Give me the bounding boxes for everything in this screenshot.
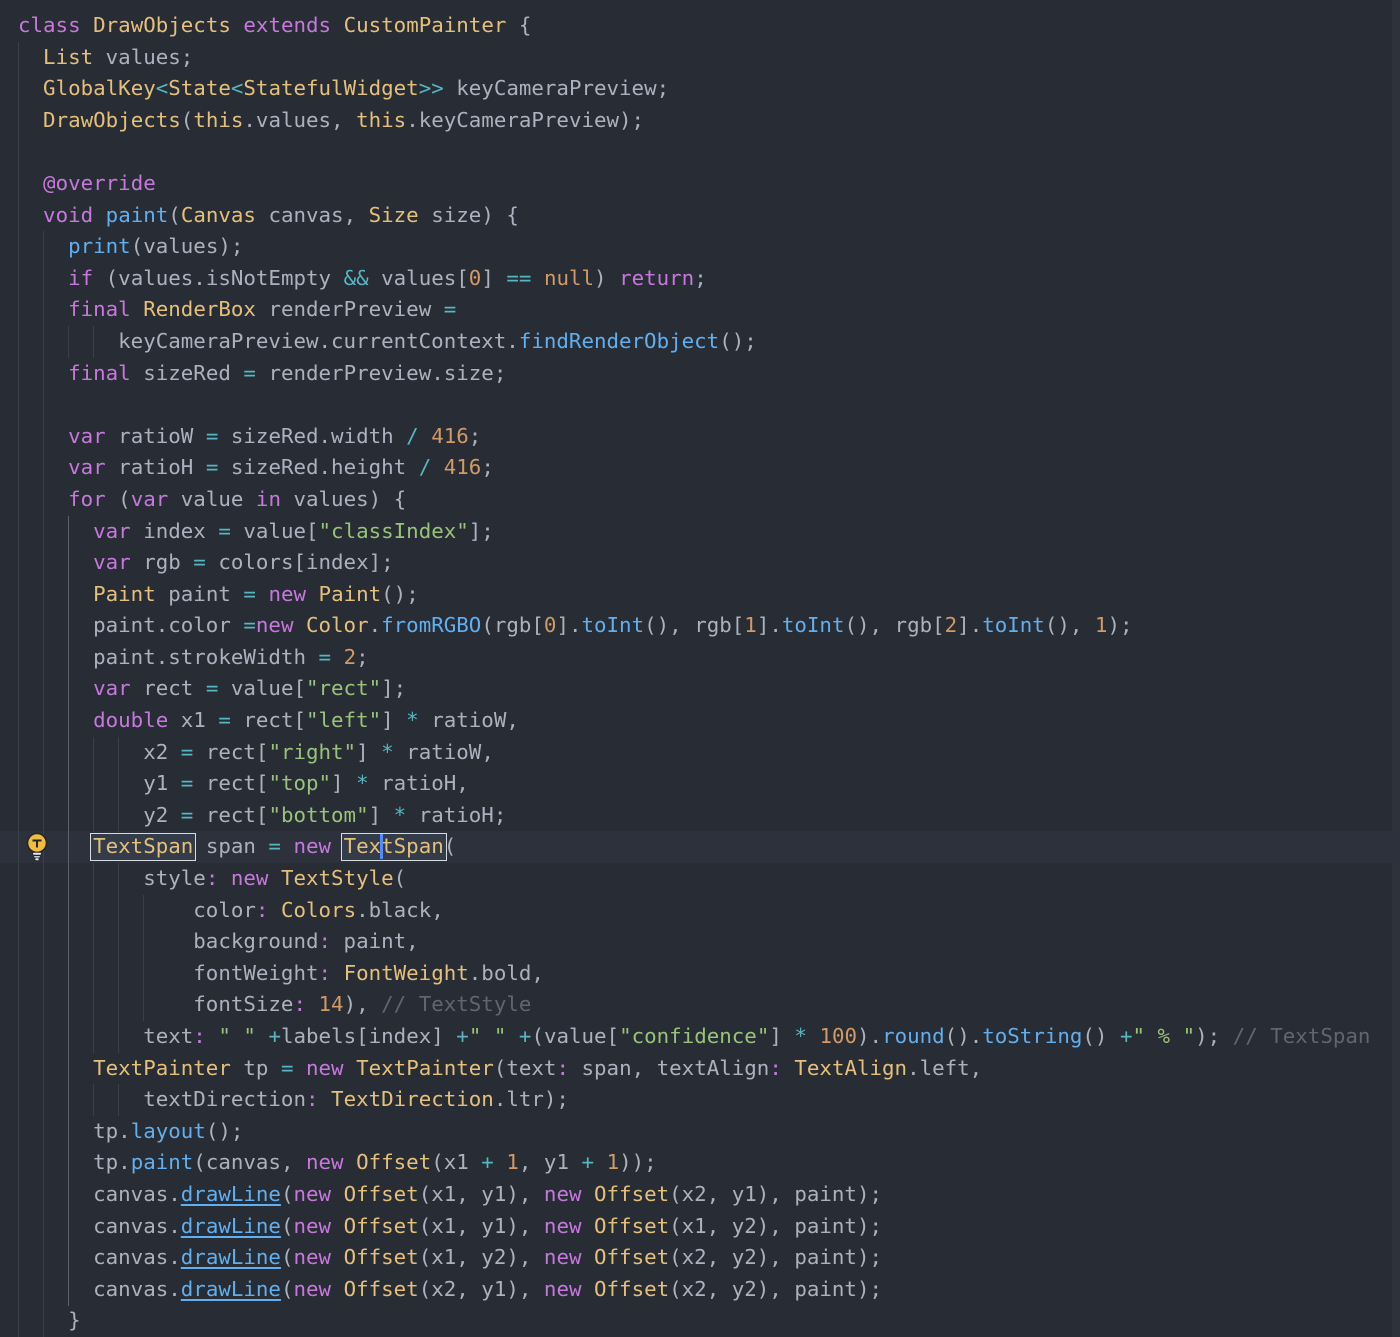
code-area[interactable]: class DrawObjects extends CustomPainter … xyxy=(0,10,1400,1337)
code-line[interactable] xyxy=(0,389,1400,421)
code-line[interactable]: var ratioH = sizeRed.height / 416; xyxy=(0,452,1400,484)
code-line[interactable]: var ratioW = sizeRed.width / 416; xyxy=(0,421,1400,453)
identifier-occurrence-highlight: TextSpan xyxy=(340,831,447,863)
code-line[interactable]: color: Colors.black, xyxy=(0,895,1400,927)
code-line[interactable]: final sizeRed = renderPreview.size; xyxy=(0,358,1400,390)
code-line[interactable]: TextPainter tp = new TextPainter(text: s… xyxy=(0,1053,1400,1085)
code-line[interactable]: print(values); xyxy=(0,231,1400,263)
code-line[interactable]: for (var value in values) { xyxy=(0,484,1400,516)
code-line[interactable]: if (values.isNotEmpty && values[0] == nu… xyxy=(0,263,1400,295)
code-line[interactable]: List values; xyxy=(0,42,1400,74)
code-line[interactable]: fontWeight: FontWeight.bold, xyxy=(0,958,1400,990)
code-line[interactable]: double x1 = rect["left"] * ratioW, xyxy=(0,705,1400,737)
code-line[interactable]: tp.paint(canvas, new Offset(x1 + 1, y1 +… xyxy=(0,1147,1400,1179)
identifier-occurrence-highlight: TextSpan xyxy=(90,831,197,863)
code-line[interactable]: var rgb = colors[index]; xyxy=(0,547,1400,579)
code-line[interactable]: canvas.drawLine(new Offset(x2, y1), new … xyxy=(0,1274,1400,1306)
code-line[interactable]: GlobalKey<State<StatefulWidget>> keyCame… xyxy=(0,73,1400,105)
code-line[interactable]: text: " " +labels[index] +" " +(value["c… xyxy=(0,1021,1400,1053)
code-line[interactable]: DrawObjects(this.values, this.keyCameraP… xyxy=(0,105,1400,137)
code-line[interactable]: } xyxy=(0,1305,1400,1337)
code-line[interactable]: y1 = rect["top"] * ratioH, xyxy=(0,768,1400,800)
code-line[interactable]: class DrawObjects extends CustomPainter … xyxy=(0,10,1400,42)
code-line[interactable]: canvas.drawLine(new Offset(x1, y2), new … xyxy=(0,1242,1400,1274)
code-line[interactable]: style: new TextStyle( xyxy=(0,863,1400,895)
code-line[interactable] xyxy=(0,136,1400,168)
lightbulb-icon[interactable] xyxy=(25,832,49,867)
code-line[interactable]: void paint(Canvas canvas, Size size) { xyxy=(0,200,1400,232)
code-line[interactable]: x2 = rect["right"] * ratioW, xyxy=(0,737,1400,769)
code-line[interactable]: @override xyxy=(0,168,1400,200)
code-line[interactable]: paint.strokeWidth = 2; xyxy=(0,642,1400,674)
code-line[interactable]: paint.color =new Color.fromRGBO(rgb[0].t… xyxy=(0,610,1400,642)
code-line[interactable]: var index = value["classIndex"]; xyxy=(0,516,1400,548)
code-line[interactable]: textDirection: TextDirection.ltr); xyxy=(0,1084,1400,1116)
code-line[interactable]: y2 = rect["bottom"] * ratioH; xyxy=(0,800,1400,832)
code-line[interactable]: var rect = value["rect"]; xyxy=(0,673,1400,705)
code-line[interactable]: canvas.drawLine(new Offset(x1, y1), new … xyxy=(0,1211,1400,1243)
code-editor[interactable]: class DrawObjects extends CustomPainter … xyxy=(0,0,1400,1337)
code-line[interactable]: Paint paint = new Paint(); xyxy=(0,579,1400,611)
code-line[interactable]: background: paint, xyxy=(0,926,1400,958)
code-line[interactable]: keyCameraPreview.currentContext.findRend… xyxy=(0,326,1400,358)
code-line[interactable]: final RenderBox renderPreview = xyxy=(0,294,1400,326)
code-line[interactable]: tp.layout(); xyxy=(0,1116,1400,1148)
code-line[interactable]: canvas.drawLine(new Offset(x1, y1), new … xyxy=(0,1179,1400,1211)
code-line-current[interactable]: TextSpan span = new TextSpan( xyxy=(0,831,1400,864)
code-line[interactable]: fontSize: 14), // TextStyle xyxy=(0,989,1400,1021)
